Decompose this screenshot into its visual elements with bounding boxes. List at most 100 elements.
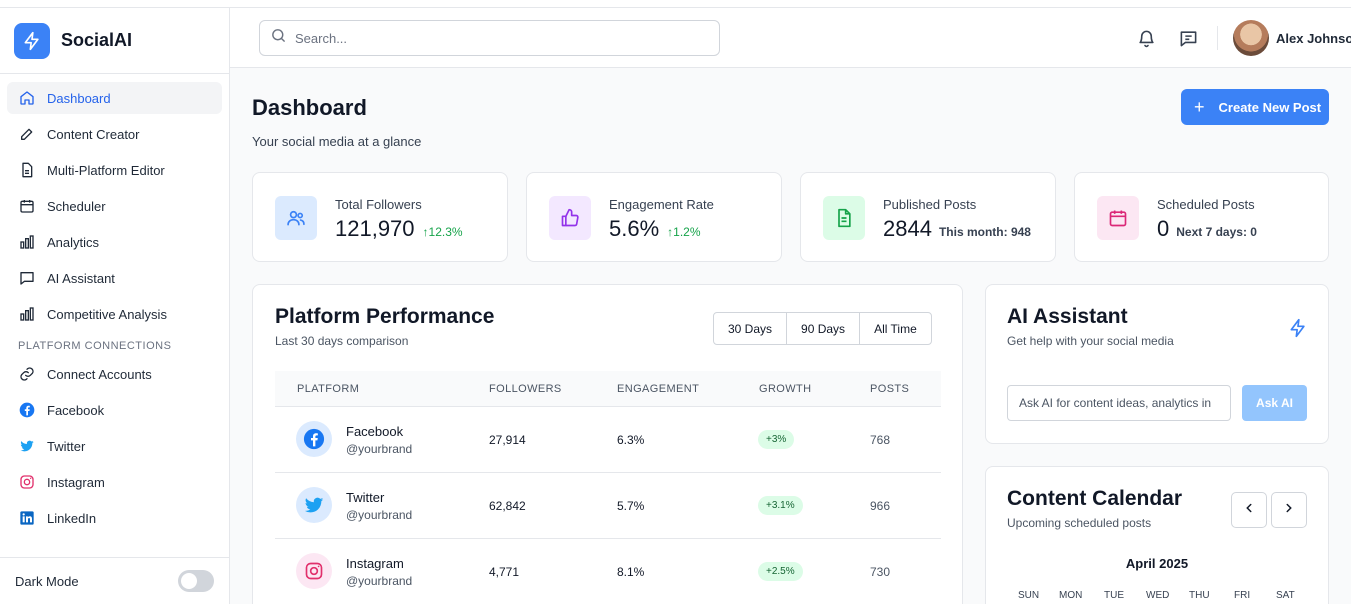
platform-connections-heading: PLATFORM CONNECTIONS: [18, 340, 172, 352]
sidebar-item-label: Dashboard: [47, 90, 111, 106]
sidebar-item-label: Facebook: [47, 402, 105, 418]
next-month-button[interactable]: [1271, 492, 1307, 528]
growth-badge: +2.5%: [758, 562, 803, 581]
ai-prompt-input[interactable]: [1007, 385, 1231, 421]
sidebar-item-dashboard[interactable]: Dashboard: [7, 82, 222, 114]
ask-ai-button[interactable]: Ask AI: [1242, 385, 1307, 421]
page-title: Dashboard: [252, 95, 367, 120]
stat-value: 121,970: [335, 216, 415, 241]
panel-subtitle: Upcoming scheduled posts: [1007, 516, 1152, 530]
page-subtitle: Your social media at a glance: [252, 134, 422, 149]
twitter-icon: [296, 487, 332, 523]
brand[interactable]: SocialAI: [0, 8, 229, 74]
create-new-post-label: Create New Post: [1218, 99, 1322, 115]
table-row[interactable]: Twitter @yourbrand 62,842 5.7% +3.1% 966: [275, 473, 941, 539]
search-icon: [270, 27, 287, 49]
engagement-cell: 8.1%: [617, 565, 645, 579]
sidebar-item-ai-assistant[interactable]: AI Assistant: [7, 262, 222, 294]
range-selector: 30 Days 90 Days All Time: [713, 312, 932, 345]
sidebar-item-analytics[interactable]: Analytics: [7, 226, 222, 258]
range-90-days-button[interactable]: 90 Days: [787, 313, 861, 344]
engagement-cell: 5.7%: [617, 499, 645, 513]
search-box[interactable]: [259, 20, 720, 56]
stat-value: 5.6%: [609, 216, 660, 241]
stat-value: 0: [1157, 216, 1170, 241]
sidebar-item-label: AI Assistant: [47, 270, 115, 286]
bar-chart-icon: [18, 233, 36, 251]
sidebar-item-label: Multi-Platform Editor: [47, 162, 165, 178]
column-header[interactable]: GROWTH: [759, 383, 812, 395]
sidebar-item-label: Connect Accounts: [47, 366, 152, 382]
engagement-cell: 6.3%: [617, 433, 645, 447]
stat-extra: This month: 948: [938, 225, 1031, 239]
weekday-label: SUN: [1018, 590, 1040, 601]
stat-card-published-posts: Published Posts 2844 This month: 948: [800, 172, 1056, 262]
column-header[interactable]: FOLLOWERS: [489, 383, 562, 395]
sidebar-item-content-creator[interactable]: Content Creator: [7, 118, 222, 150]
avatar[interactable]: [1233, 20, 1269, 56]
sidebar-item-linkedin[interactable]: LinkedIn: [7, 502, 222, 534]
table-row[interactable]: Instagram @yourbrand 4,771 8.1% +2.5% 73…: [275, 539, 941, 604]
column-header[interactable]: POSTS: [870, 383, 909, 395]
sidebar-item-scheduler[interactable]: Scheduler: [7, 190, 222, 222]
stat-label: Engagement Rate: [609, 197, 714, 212]
column-header[interactable]: ENGAGEMENT: [617, 383, 699, 395]
sidebar-item-label: Content Creator: [47, 126, 140, 142]
stat-delta-value: 12.3%: [428, 225, 463, 239]
document-icon: [823, 196, 865, 240]
sidebar-item-twitter[interactable]: Twitter: [7, 430, 222, 462]
top-header: Alex Johnson: [230, 8, 1351, 68]
sidebar-item-instagram[interactable]: Instagram: [7, 466, 222, 498]
user-name[interactable]: Alex Johnson: [1276, 31, 1351, 46]
linkedin-icon: [18, 509, 36, 527]
sidebar-item-label: Analytics: [47, 234, 100, 250]
previous-month-button[interactable]: [1231, 492, 1267, 528]
dark-mode-toggle[interactable]: [178, 570, 214, 592]
create-new-post-button[interactable]: + Create New Post: [1181, 89, 1329, 125]
sidebar-item-multi-platform-editor[interactable]: Multi-Platform Editor: [7, 154, 222, 186]
stat-card-total-followers: Total Followers 121,970 ↑12.3%: [252, 172, 508, 262]
panel-subtitle: Last 30 days comparison: [275, 334, 409, 348]
stat-delta: ↑12.3%: [423, 225, 463, 239]
bell-icon[interactable]: [1136, 28, 1156, 48]
brand-name: SocialAI: [61, 30, 133, 50]
posts-cell: 768: [870, 433, 891, 447]
calendar-month: April 2025: [1125, 556, 1189, 571]
growth-badge: +3.1%: [758, 496, 803, 515]
stat-extra: Next 7 days: 0: [1176, 225, 1257, 239]
header-divider: [1217, 26, 1218, 50]
sidebar-item-label: Scheduler: [47, 198, 106, 214]
weekday-label: SAT: [1276, 590, 1295, 601]
table-row[interactable]: Facebook @yourbrand 27,914 6.3% +3% 768: [275, 407, 941, 473]
sidebar-item-label: Twitter: [47, 438, 86, 454]
sidebar-item-facebook[interactable]: Facebook: [7, 394, 222, 426]
platform-table: PLATFORM FOLLOWERS ENGAGEMENT GROWTH POS…: [275, 371, 941, 604]
platform-handle: @yourbrand: [346, 508, 413, 522]
table-header: PLATFORM FOLLOWERS ENGAGEMENT GROWTH POS…: [275, 371, 941, 407]
weekday-label: THU: [1189, 590, 1210, 601]
posts-cell: 730: [870, 565, 891, 579]
ai-assistant-panel: AI Assistant Get help with your social m…: [985, 284, 1329, 444]
stat-delta-value: 1.2%: [673, 225, 701, 239]
lightning-icon: [1288, 318, 1308, 343]
edit-icon: [18, 125, 36, 143]
platform-handle: @yourbrand: [346, 574, 413, 588]
stat-value-row: 5.6% ↑1.2%: [609, 216, 701, 242]
sidebar-item-competitive-analysis[interactable]: Competitive Analysis: [7, 298, 222, 330]
column-header[interactable]: PLATFORM: [297, 383, 359, 395]
platform-handle: @yourbrand: [346, 442, 413, 456]
followers-cell: 62,842: [489, 499, 526, 513]
sidebar-item-connect-accounts[interactable]: Connect Accounts: [7, 358, 222, 390]
range-30-days-button[interactable]: 30 Days: [714, 313, 788, 344]
range-all-time-button[interactable]: All Time: [860, 313, 931, 344]
search-input[interactable]: [295, 30, 695, 46]
instagram-icon: [18, 473, 36, 491]
thumbs-up-icon: [549, 196, 591, 240]
sidebar-item-label: LinkedIn: [47, 510, 97, 526]
main-nav: Dashboard Content Creator Multi-Platform…: [0, 74, 229, 534]
panel-title: Content Calendar: [1007, 487, 1183, 510]
messages-icon[interactable]: [1178, 28, 1198, 48]
stat-label: Published Posts: [883, 197, 977, 212]
lightning-icon: [14, 22, 50, 59]
dark-mode-row: Dark Mode: [0, 557, 229, 604]
